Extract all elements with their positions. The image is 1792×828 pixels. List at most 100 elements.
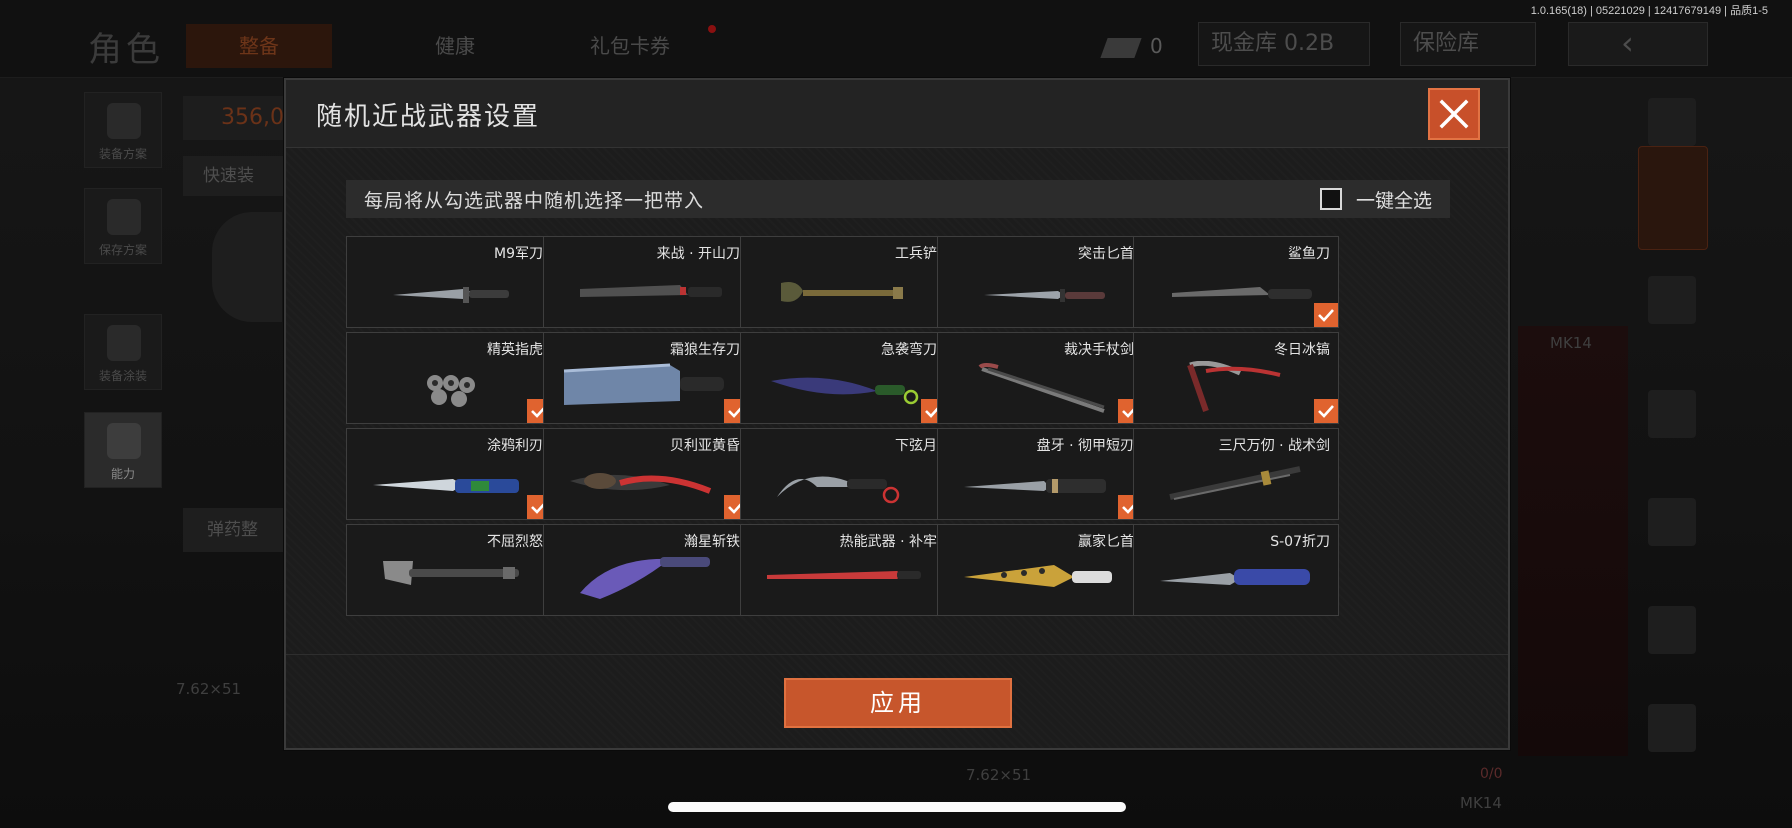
tab-gift-vouchers[interactable]: 礼包卡券 xyxy=(560,24,700,68)
dialog-header: 随机近战武器设置 xyxy=(286,80,1508,148)
gold-dagger-icon xyxy=(964,565,1112,587)
shovel-icon xyxy=(781,282,903,302)
weapon-name: 热能武器 · 补牢 xyxy=(839,534,937,550)
close-button[interactable] xyxy=(1428,88,1480,140)
short-blade-icon xyxy=(964,479,1106,493)
ice-pick-icon xyxy=(1187,361,1281,412)
ticket-icon xyxy=(1100,37,1142,58)
rail-ability[interactable]: 能力 xyxy=(84,412,162,488)
ticket-count: 0 xyxy=(1150,34,1163,58)
home-indicator xyxy=(668,802,1126,812)
weapon-name: 下弦月 xyxy=(895,438,937,454)
weapon-card[interactable]: 工兵铲 xyxy=(740,236,946,328)
weapon-panel xyxy=(1518,326,1628,756)
weapon-name: S-07折刀 xyxy=(1270,534,1330,550)
weapon-card[interactable]: 来战 · 开山刀 xyxy=(543,236,749,328)
bayonet-icon xyxy=(393,287,509,303)
weapon-card[interactable]: 盘牙 · 彻甲短刃 xyxy=(937,428,1143,520)
knuckles-icon xyxy=(427,375,475,407)
layers-icon[interactable] xyxy=(1638,146,1708,250)
rail-loadout-plan[interactable]: 装备方案 xyxy=(84,92,162,168)
weapon-name: 突击匕首 xyxy=(1078,246,1134,262)
weapon-card[interactable]: 下弦月 xyxy=(740,428,946,520)
quick-equip-button[interactable]: 快速装 xyxy=(183,156,283,196)
weapon-name: 来战 · 开山刀 xyxy=(656,246,740,262)
weapon-card[interactable]: S-07折刀 xyxy=(1133,524,1339,616)
weapon-name: 盘牙 · 彻甲短刃 xyxy=(1036,438,1134,454)
weapon-name: 冬日冰镐 xyxy=(1274,342,1330,358)
tactical-sword-icon xyxy=(1169,466,1301,500)
magazine-slot-icon[interactable] xyxy=(1648,498,1696,546)
thermal-blade-icon xyxy=(767,571,921,579)
back-button[interactable]: ‹ xyxy=(1568,22,1708,66)
select-all-checkbox[interactable] xyxy=(1319,188,1342,210)
checkmark-icon xyxy=(1318,309,1334,322)
instruction-bar: 每局将从勾选武器中随机选择一把带入 一键全选 xyxy=(346,180,1450,218)
vest-icon xyxy=(107,103,141,139)
weapon-card[interactable]: 急袭弯刀 xyxy=(740,332,946,424)
weapon-name: 霜狼生存刀 xyxy=(670,342,740,358)
weapon-card[interactable]: 突击匕首 xyxy=(937,236,1143,328)
weapon-name-label: MK14 xyxy=(1460,794,1502,812)
notification-dot xyxy=(708,25,716,33)
weapon-name: 涂鸦利刃 xyxy=(487,438,543,454)
weapon-name: 瀚星斩铁 xyxy=(684,534,740,550)
weapon-card[interactable]: 热能武器 · 补牢 xyxy=(740,524,946,616)
helmet-icon xyxy=(107,325,141,361)
checked-checkbox[interactable] xyxy=(1314,303,1338,327)
weapon-card[interactable]: 霜狼生存刀 xyxy=(543,332,749,424)
caliber-label: 7.62×51 xyxy=(966,766,1032,784)
gadget-slot-icon[interactable] xyxy=(1648,704,1696,752)
tab-health[interactable]: 健康 xyxy=(400,24,510,68)
weapon-card[interactable]: 三尺万仞 · 战术剑 xyxy=(1133,428,1339,520)
select-all-toggle[interactable]: 一键全选 xyxy=(1319,186,1432,212)
caliber-label: 7.62×51 xyxy=(176,680,242,698)
weapon-card[interactable]: 不屈烈怒 xyxy=(346,524,552,616)
download-icon xyxy=(107,199,141,235)
weapon-name: 贝利亚黄昏 xyxy=(670,438,740,454)
weapon-name: 裁决手杖剑 xyxy=(1064,342,1134,358)
checkmark-icon xyxy=(1318,405,1334,418)
instruction-text: 每局将从勾选武器中随机选择一把带入 xyxy=(364,190,705,212)
weapon-name: 赢家匕首 xyxy=(1078,534,1134,550)
weapon-name: 急袭弯刀 xyxy=(881,342,937,358)
twilight-blade-icon xyxy=(570,473,712,494)
weapon-name: 不屈烈怒 xyxy=(487,534,543,550)
karambit-icon xyxy=(777,476,900,504)
graffiti-blade-icon xyxy=(373,479,519,493)
survival-knife-icon xyxy=(563,363,724,405)
checked-checkbox[interactable] xyxy=(1314,399,1338,423)
refresh-icon[interactable] xyxy=(1648,98,1696,146)
weapon-name: 工兵铲 xyxy=(895,246,937,262)
helmet-preview xyxy=(212,212,282,322)
tab-equip[interactable]: 整备 xyxy=(186,24,332,68)
lightning-hex-icon xyxy=(107,423,141,459)
rifle-slot-icon[interactable] xyxy=(1648,390,1696,438)
weapon-name-label: MK14 xyxy=(1550,334,1592,352)
select-all-label: 一键全选 xyxy=(1355,189,1432,212)
weapon-name: M9军刀 xyxy=(494,246,543,262)
weapon-card[interactable]: 涂鸦利刃 xyxy=(346,428,552,520)
safe-vault-button[interactable]: 保险库 xyxy=(1400,22,1536,66)
weapon-card[interactable]: 赢家匕首 xyxy=(937,524,1143,616)
weapon-card[interactable]: 冬日冰镐 xyxy=(1133,332,1339,424)
weapon-card[interactable]: 瀚星斩铁 xyxy=(543,524,749,616)
folding-knife-icon xyxy=(1160,569,1310,585)
attachment-slot-icon[interactable] xyxy=(1648,606,1696,654)
weapon-card[interactable]: M9军刀 xyxy=(346,236,552,328)
rail-label: 装备方案 xyxy=(98,147,147,161)
dagger-icon xyxy=(984,289,1105,302)
weapon-card[interactable]: 精英指虎 xyxy=(346,332,552,424)
weapon-card[interactable]: 鲨鱼刀 xyxy=(1133,236,1339,328)
weapon-name: 精英指虎 xyxy=(487,342,543,358)
rail-equipment-skin[interactable]: 装备涂装 xyxy=(84,314,162,390)
weapon-card[interactable]: 贝利亚黄昏 xyxy=(543,428,749,520)
weapon-card[interactable]: 裁决手杖剑 xyxy=(937,332,1143,424)
ammo-sort-button[interactable]: 弹药整 xyxy=(183,508,283,552)
ticket-counter[interactable]: 0 xyxy=(1100,30,1204,62)
helmet-slot-icon[interactable] xyxy=(1648,276,1696,324)
top-bar: 角色 整备 健康 礼包卡券 0 现金库 0.2B 保险库 ‹ xyxy=(0,0,1792,78)
apply-button[interactable]: 应用 xyxy=(784,678,1012,728)
cash-vault-button[interactable]: 现金库 0.2B xyxy=(1198,22,1370,66)
rail-save-plan[interactable]: 保存方案 xyxy=(84,188,162,264)
